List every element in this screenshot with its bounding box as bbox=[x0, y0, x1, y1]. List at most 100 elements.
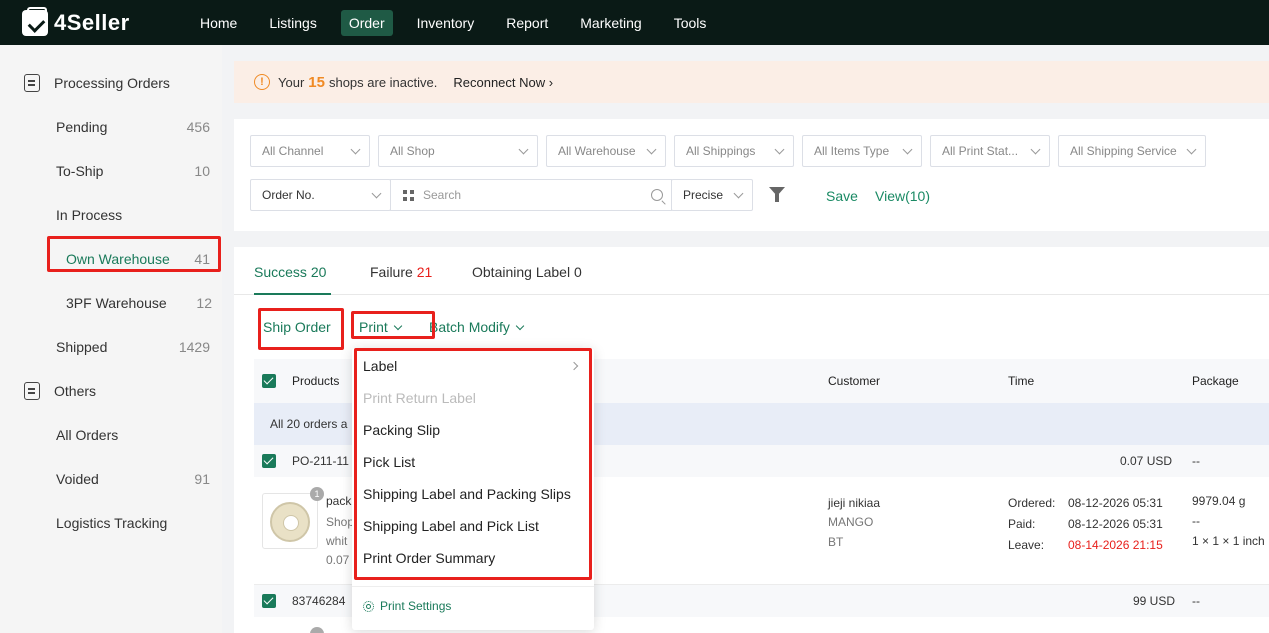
menu-item-print-return-label: Print Return Label bbox=[363, 390, 476, 406]
sidebar-item-count: 41 bbox=[194, 251, 210, 267]
clipboard-icon bbox=[24, 382, 40, 400]
ship-order-button[interactable]: Ship Order bbox=[263, 319, 331, 335]
customer-name: jieji nikiaa bbox=[828, 496, 881, 510]
print-status-select[interactable]: All Print Stat... bbox=[930, 135, 1050, 167]
menu-item-pick-list[interactable]: Pick List bbox=[363, 454, 415, 470]
shop-select[interactable]: All Shop bbox=[378, 135, 538, 167]
batch-modify-label: Batch Modify bbox=[429, 319, 510, 335]
sidebar-item-pending[interactable]: Pending 456 bbox=[56, 119, 210, 135]
warning-icon: ! bbox=[254, 74, 270, 90]
nav-order[interactable]: Order bbox=[340, 9, 393, 36]
sidebar-item-3pf-warehouse[interactable]: 3PF Warehouse 12 bbox=[66, 295, 212, 311]
package-weight: 9979.04 g bbox=[1192, 494, 1246, 508]
chevron-down-icon bbox=[1030, 144, 1041, 155]
sidebar-item-own-warehouse[interactable]: Own Warehouse 41 bbox=[66, 251, 210, 267]
menu-item-shipping-label-packing-slips[interactable]: Shipping Label and Packing Slips bbox=[363, 486, 571, 502]
warehouse-value: All Warehouse bbox=[558, 144, 636, 158]
menu-item-print-order-summary[interactable]: Print Order Summary bbox=[363, 550, 495, 566]
order-id[interactable]: PO-211-11 bbox=[292, 454, 349, 468]
ordered-time: 08-12-2026 05:31 bbox=[1068, 496, 1163, 510]
shippings-select[interactable]: All Shippings bbox=[674, 135, 794, 167]
sidebar-item-logistics-tracking[interactable]: Logistics Tracking bbox=[56, 515, 210, 531]
tab-failure[interactable]: Failure 21 bbox=[370, 264, 432, 280]
shippings-value: All Shippings bbox=[686, 144, 756, 158]
items-type-select[interactable]: All Items Type bbox=[802, 135, 922, 167]
menu-divider bbox=[352, 586, 594, 587]
tab-obtaining-label[interactable]: Obtaining Label 0 bbox=[472, 264, 582, 280]
channel-select[interactable]: All Channel bbox=[250, 135, 370, 167]
sidebar-item-voided[interactable]: Voided 91 bbox=[56, 471, 210, 487]
nav-tools[interactable]: Tools bbox=[666, 10, 715, 36]
search-placeholder: Search bbox=[423, 188, 462, 202]
search-input[interactable]: Search bbox=[390, 179, 672, 211]
sidebar-item-count: 456 bbox=[186, 119, 210, 135]
sidebar-item-count: 1429 bbox=[178, 339, 210, 355]
banner-text: shops are inactive. bbox=[328, 74, 438, 90]
view-filter-button[interactable]: View(10) bbox=[875, 188, 930, 204]
batch-modify-button[interactable]: Batch Modify bbox=[429, 319, 525, 335]
select-all-checkbox[interactable] bbox=[262, 374, 276, 388]
tab-obtaining-label-text: Obtaining Label bbox=[472, 264, 571, 280]
tab-divider bbox=[234, 294, 1269, 295]
order-id[interactable]: 83746284 bbox=[292, 594, 345, 608]
warehouse-select[interactable]: All Warehouse bbox=[546, 135, 666, 167]
inactive-shops-banner: ! Your 15 shops are inactive. Reconnect … bbox=[234, 61, 1269, 103]
processing-orders-title: Processing Orders bbox=[54, 75, 170, 91]
filter-panel: All Channel All Shop All Warehouse All S… bbox=[234, 119, 1269, 231]
chevron-down-icon bbox=[1186, 144, 1197, 155]
sidebar-item-label: 3PF Warehouse bbox=[66, 295, 167, 311]
tab-success-label: Success bbox=[254, 264, 307, 280]
sidebar-item-in-process[interactable]: In Process bbox=[56, 207, 210, 223]
row-checkbox[interactable] bbox=[262, 454, 276, 468]
reconnect-link[interactable]: Reconnect Now › bbox=[453, 75, 553, 90]
chevron-down-icon bbox=[646, 144, 657, 155]
header-package: Package bbox=[1192, 374, 1239, 388]
menu-item-shipping-label-pick-list[interactable]: Shipping Label and Pick List bbox=[363, 518, 539, 534]
product-shop: Shop bbox=[326, 515, 355, 529]
nav-home[interactable]: Home bbox=[192, 10, 245, 36]
top-nav: 4Seller Home Listings Order Inventory Re… bbox=[0, 0, 1269, 45]
print-settings-link[interactable]: Print Settings bbox=[363, 599, 451, 613]
sidebar-item-to-ship[interactable]: To-Ship 10 bbox=[56, 163, 210, 179]
menu-item-packing-slip[interactable]: Packing Slip bbox=[363, 422, 440, 438]
processing-orders-group[interactable]: Processing Orders bbox=[24, 74, 170, 92]
sidebar-item-all-orders[interactable]: All Orders bbox=[56, 427, 210, 443]
chevron-down-icon bbox=[350, 144, 361, 155]
app-logo[interactable]: 4Seller bbox=[22, 6, 192, 36]
active-tab-indicator bbox=[254, 293, 331, 295]
filter-icon[interactable] bbox=[769, 187, 785, 202]
search-icon[interactable] bbox=[651, 189, 663, 201]
items-type-value: All Items Type bbox=[814, 144, 890, 158]
match-mode-select[interactable]: Precise bbox=[671, 179, 753, 211]
package-type: -- bbox=[1192, 514, 1200, 528]
sidebar-item-label: Logistics Tracking bbox=[56, 515, 168, 531]
header-time: Time bbox=[1008, 374, 1035, 388]
save-filter-button[interactable]: Save bbox=[826, 188, 858, 204]
sidebar-item-shipped[interactable]: Shipped 1429 bbox=[56, 339, 210, 355]
search-field-value: Order No. bbox=[262, 188, 315, 202]
nav-inventory[interactable]: Inventory bbox=[409, 10, 483, 36]
row-checkbox[interactable] bbox=[262, 594, 276, 608]
tab-success[interactable]: Success 20 bbox=[254, 264, 326, 280]
print-button[interactable]: Print bbox=[359, 319, 403, 335]
nav-report[interactable]: Report bbox=[498, 10, 556, 36]
order-price: 0.07 USD bbox=[1120, 454, 1173, 468]
others-group[interactable]: Others bbox=[24, 382, 96, 400]
app-name: 4Seller bbox=[54, 9, 130, 35]
menu-item-label[interactable]: Label bbox=[363, 358, 397, 374]
product-image[interactable] bbox=[262, 493, 318, 549]
chevron-down-icon bbox=[733, 188, 744, 199]
shop-value: All Shop bbox=[390, 144, 435, 158]
tab-success-count: 20 bbox=[310, 264, 327, 280]
nav-listings[interactable]: Listings bbox=[261, 10, 324, 36]
logo-icon bbox=[22, 6, 48, 36]
tab-failure-label: Failure bbox=[370, 264, 413, 280]
search-field-select[interactable]: Order No. bbox=[250, 179, 391, 211]
shipping-service-select[interactable]: All Shipping Service bbox=[1058, 135, 1206, 167]
nav-marketing[interactable]: Marketing bbox=[572, 10, 649, 36]
chevron-down-icon bbox=[774, 144, 785, 155]
sidebar: Processing Orders Pending 456 To-Ship 10… bbox=[0, 45, 222, 633]
product-title[interactable]: pack bbox=[326, 494, 351, 508]
sidebar-item-label: Shipped bbox=[56, 339, 108, 355]
clipboard-icon bbox=[24, 74, 40, 92]
